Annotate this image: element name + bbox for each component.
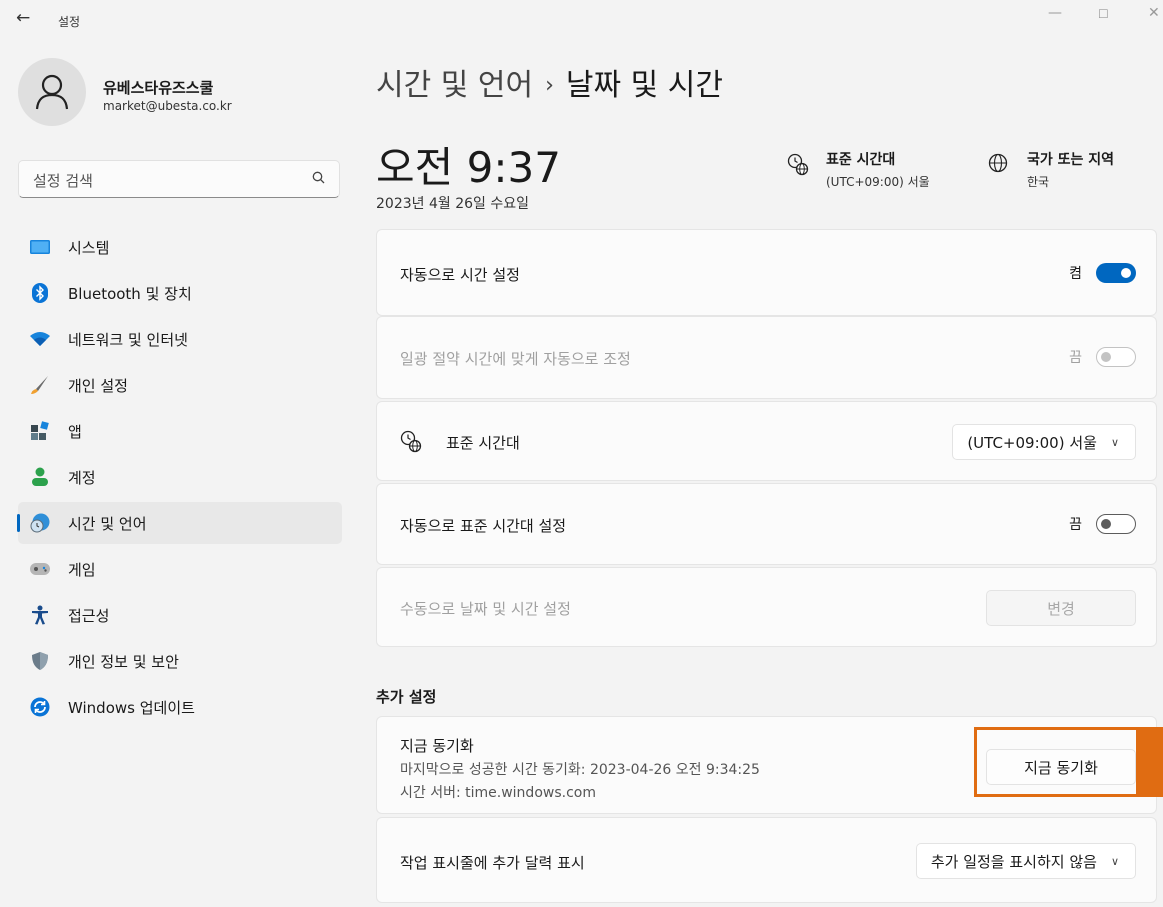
shield-icon [30, 651, 50, 671]
highlight-marker [1136, 727, 1163, 797]
page-title: 날짜 및 시간 [565, 68, 723, 103]
account-icon [30, 467, 50, 487]
minimize-button[interactable]: — [1048, 5, 1062, 21]
profile-email: market@ubesta.co.kr [103, 99, 232, 113]
chevron-down-icon: ∨ [1110, 854, 1119, 868]
app-title: 설정 [58, 15, 81, 29]
apps-icon [30, 421, 50, 441]
sync-title: 지금 동기화 [400, 737, 474, 755]
sidebar-item-system[interactable]: 시스템 [18, 226, 342, 268]
auto-timezone-toggle[interactable] [1096, 514, 1136, 534]
sidebar-item-bluetooth[interactable]: Bluetooth 및 장치 [18, 272, 342, 314]
sidebar-item-privacy[interactable]: 개인 정보 및 보안 [18, 640, 342, 682]
calendar-card: 작업 표시줄에 추가 달력 표시 추가 일정을 표시하지 않음 ∨ [376, 817, 1157, 903]
sidebar-item-label: 시간 및 언어 [68, 514, 147, 533]
dst-card: 일광 절약 시간에 맞게 자동으로 조정 끔 [376, 316, 1157, 399]
back-arrow-icon[interactable]: ← [16, 8, 30, 28]
sidebar-nav: 시스템 Bluetooth 및 장치 네트워크 및 인터넷 개인 설정 앱 계정 [17, 226, 342, 732]
sidebar-item-label: 게임 [68, 560, 96, 579]
update-icon [30, 697, 50, 717]
active-indicator [17, 514, 20, 532]
title-bar: ← 설정 — ☐ ✕ [0, 0, 1163, 44]
current-time: 오전 9:37 [376, 143, 561, 192]
auto-time-label: 자동으로 시간 설정 [400, 266, 520, 284]
change-button: 변경 [986, 590, 1136, 626]
timezone-dropdown[interactable]: (UTC+09:00) 서울 ∨ [952, 424, 1136, 460]
auto-time-card: 자동으로 시간 설정 켬 [376, 229, 1157, 316]
system-icon [30, 237, 50, 257]
bluetooth-icon [30, 283, 50, 303]
search-icon[interactable] [312, 171, 325, 188]
sidebar-item-label: 앱 [68, 422, 82, 441]
dst-label: 일광 절약 시간에 맞게 자동으로 조정 [400, 350, 631, 368]
brush-icon [30, 375, 50, 395]
wifi-icon [30, 329, 50, 349]
timezone-info-value: (UTC+09:00) 서울 [826, 175, 930, 189]
breadcrumb-parent[interactable]: 시간 및 언어 [376, 68, 533, 103]
globe-icon [987, 152, 1011, 176]
sidebar-item-label: 시스템 [68, 238, 110, 257]
auto-time-toggle[interactable] [1096, 263, 1136, 283]
sidebar-item-gaming[interactable]: 게임 [18, 548, 342, 590]
accessibility-icon [30, 605, 50, 625]
auto-timezone-toggle-group: 끔 [1069, 514, 1136, 534]
dst-toggle-group: 끔 [1069, 347, 1136, 367]
auto-time-state: 켬 [1069, 266, 1082, 282]
calendar-label: 작업 표시줄에 추가 달력 표시 [400, 854, 585, 872]
manual-time-card: 수동으로 날짜 및 시간 설정 변경 [376, 567, 1157, 647]
gamepad-icon [30, 559, 50, 579]
section-title: 추가 설정 [376, 688, 437, 706]
sidebar-item-accessibility[interactable]: 접근성 [18, 594, 342, 636]
sidebar-item-label: 개인 설정 [68, 376, 128, 395]
timezone-info-title: 표준 시간대 [826, 152, 896, 168]
region-info-value: 한국 [1027, 175, 1050, 189]
clock-globe-icon [399, 429, 423, 457]
region-info-title: 국가 또는 지역 [1027, 152, 1115, 168]
sidebar-item-label: 개인 정보 및 보안 [68, 652, 179, 671]
time-language-icon [30, 513, 50, 533]
sidebar-item-label: Bluetooth 및 장치 [68, 284, 192, 303]
sidebar-item-label: 네트워크 및 인터넷 [68, 330, 188, 349]
calendar-dropdown[interactable]: 추가 일정을 표시하지 않음 ∨ [915, 843, 1136, 879]
timezone-dropdown-value: (UTC+09:00) 서울 [967, 433, 1097, 452]
search-input[interactable]: 설정 검색 [18, 160, 340, 198]
timezone-card: 표준 시간대 (UTC+09:00) 서울 ∨ [376, 401, 1157, 481]
sidebar-item-label: 계정 [68, 468, 96, 487]
chevron-down-icon: ∨ [1110, 435, 1119, 449]
calendar-dropdown-value: 추가 일정을 표시하지 않음 [930, 852, 1097, 871]
sidebar-item-windows-update[interactable]: Windows 업데이트 [18, 686, 342, 728]
manual-time-label: 수동으로 날짜 및 시간 설정 [400, 600, 571, 618]
auto-timezone-label: 자동으로 표준 시간대 설정 [400, 517, 567, 535]
sidebar-item-apps[interactable]: 앱 [18, 410, 342, 452]
sidebar-item-network[interactable]: 네트워크 및 인터넷 [18, 318, 342, 360]
sidebar-item-label: Windows 업데이트 [68, 698, 195, 717]
current-date: 2023년 4월 26일 수요일 [376, 196, 529, 212]
close-button[interactable]: ✕ [1148, 5, 1160, 21]
user-profile[interactable]: 유베스타유즈스쿨 market@ubesta.co.kr [18, 58, 340, 138]
auto-time-toggle-group: 켬 [1069, 263, 1136, 283]
chevron-right-icon: › [545, 73, 554, 98]
user-icon [35, 74, 69, 110]
sidebar-item-label: 접근성 [68, 606, 110, 625]
clock-globe-icon [786, 152, 810, 176]
auto-timezone-card: 자동으로 표준 시간대 설정 끔 [376, 483, 1157, 565]
last-sync-text: 마지막으로 성공한 시간 동기화: 2023-04-26 오전 9:34:25 [400, 762, 760, 778]
time-server-text: 시간 서버: time.windows.com [400, 785, 596, 801]
auto-timezone-state: 끔 [1069, 517, 1082, 533]
maximize-button[interactable]: ☐ [1098, 7, 1109, 21]
avatar [18, 58, 86, 126]
profile-name: 유베스타유즈스쿨 [103, 79, 214, 97]
dst-state: 끔 [1069, 350, 1082, 366]
sidebar-item-time-language[interactable]: 시간 및 언어 [17, 502, 342, 544]
dst-toggle [1096, 347, 1136, 367]
search-placeholder: 설정 검색 [33, 172, 93, 190]
sidebar-item-personalization[interactable]: 개인 설정 [18, 364, 342, 406]
highlight-box [974, 727, 1163, 797]
timezone-label: 표준 시간대 [446, 434, 520, 452]
sidebar-item-accounts[interactable]: 계정 [18, 456, 342, 498]
breadcrumb: 시간 및 언어 › 날짜 및 시간 [376, 60, 723, 104]
